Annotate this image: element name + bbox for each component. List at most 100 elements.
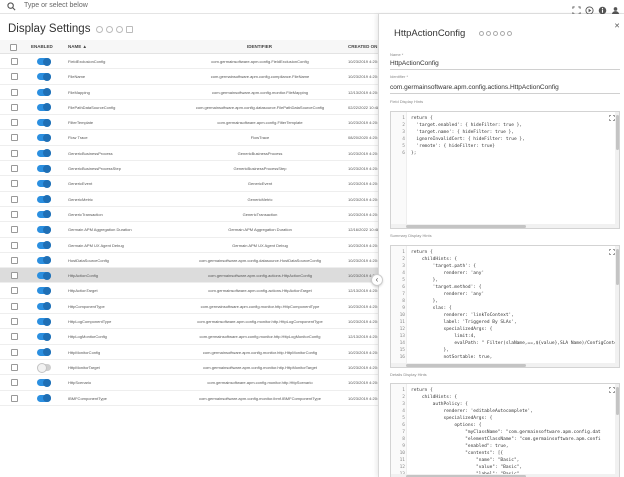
- table-row[interactable]: Flow Trace FlowTrace 08/20/2020 4:20:44: [0, 130, 378, 146]
- copy-icon[interactable]: [486, 31, 491, 36]
- table-row[interactable]: HttpScenario com.germainsoftware.apm.conf…: [0, 375, 378, 391]
- enabled-toggle[interactable]: [37, 195, 51, 204]
- add-icon[interactable]: [96, 25, 104, 33]
- row-checkbox[interactable]: [11, 256, 18, 264]
- disable-icon[interactable]: [116, 25, 124, 33]
- enabled-toggle[interactable]: [37, 72, 51, 81]
- search-input[interactable]: Type or select below: [24, 2, 88, 9]
- horizontal-scrollbar[interactable]: [391, 363, 619, 367]
- vertical-scrollbar[interactable]: [615, 246, 619, 367]
- delete-icon[interactable]: [126, 25, 134, 33]
- row-checkbox[interactable]: [11, 195, 18, 203]
- table-row[interactable]: HostDataSourceConfig com.germainsoftware.…: [0, 253, 378, 269]
- row-checkbox[interactable]: [11, 58, 18, 65]
- row-checkbox[interactable]: [11, 363, 18, 371]
- enabled-toggle[interactable]: [37, 363, 51, 374]
- row-checkbox[interactable]: [11, 73, 18, 81]
- enabled-toggle[interactable]: [37, 348, 51, 357]
- play-icon[interactable]: [585, 2, 594, 15]
- table-row[interactable]: GenericEvent GenericEvent 10/23/2019 4:20:…: [0, 176, 378, 192]
- row-checkbox[interactable]: [11, 103, 18, 111]
- info-icon[interactable]: [598, 2, 607, 15]
- disable-icon[interactable]: [493, 31, 498, 36]
- select-all-checkbox[interactable]: [10, 43, 17, 51]
- enabled-toggle[interactable]: [37, 394, 51, 403]
- table-row[interactable]: GenericBusinessProcess GenericBusinessPro…: [0, 146, 378, 162]
- enabled-toggle[interactable]: [37, 378, 51, 387]
- enabled-toggle[interactable]: [37, 118, 51, 127]
- table-row[interactable]: Germain APM Aggregation Duration Germain …: [0, 222, 378, 238]
- row-checkbox[interactable]: [11, 119, 18, 127]
- scrollbar-thumb[interactable]: [406, 363, 526, 367]
- row-checkbox[interactable]: [11, 287, 18, 295]
- scrollbar-thumb[interactable]: [615, 115, 619, 150]
- enabled-toggle[interactable]: [37, 241, 51, 250]
- table-row[interactable]: HttpMonitorConfig com.germainsoftware.apm…: [0, 345, 378, 360]
- row-checkbox[interactable]: [11, 134, 18, 142]
- enabled-toggle[interactable]: [37, 88, 51, 97]
- vertical-scrollbar[interactable]: [615, 384, 619, 477]
- enabled-toggle[interactable]: [37, 256, 51, 265]
- expand-icon[interactable]: [572, 2, 581, 15]
- enabled-toggle[interactable]: [37, 164, 51, 173]
- column-header-enabled[interactable]: ENABLED: [31, 44, 53, 49]
- enabled-toggle[interactable]: [37, 286, 51, 295]
- table-row[interactable]: Germain APM UX Agent Debug Germain APM UX…: [0, 238, 378, 253]
- row-checkbox[interactable]: [11, 272, 18, 280]
- info-icon[interactable]: [479, 31, 484, 36]
- table-row[interactable]: FileMapping com.germainsoftware.apm.confi…: [0, 85, 378, 100]
- enabled-toggle[interactable]: [37, 302, 51, 311]
- scrollbar-thumb[interactable]: [406, 224, 526, 228]
- row-checkbox[interactable]: [11, 379, 18, 387]
- row-checkbox[interactable]: [11, 241, 18, 249]
- row-checkbox[interactable]: [11, 394, 18, 402]
- enabled-toggle[interactable]: [37, 271, 51, 280]
- enabled-toggle[interactable]: [37, 179, 51, 188]
- copy-icon[interactable]: [106, 25, 114, 33]
- table-row[interactable]: FilterTemplate com.germainsoftware.apm.co…: [0, 115, 378, 131]
- scrollbar-thumb[interactable]: [615, 387, 619, 416]
- column-header-name[interactable]: NAME ▲: [68, 44, 87, 49]
- row-checkbox[interactable]: [11, 88, 18, 96]
- row-checkbox[interactable]: [11, 333, 18, 341]
- delete-icon[interactable]: [500, 31, 505, 36]
- close-icon[interactable]: ✕: [614, 22, 620, 30]
- enabled-toggle[interactable]: [37, 332, 51, 341]
- field-display-hints-editor[interactable]: 1 return {2 'target.enabled': { hideFilte…: [390, 111, 620, 229]
- column-header-created[interactable]: CREATED ON: [348, 44, 377, 49]
- name-field[interactable]: HttpActionConfig: [390, 60, 439, 67]
- table-row[interactable]: HttpLogMonitorConfig com.germainsoftware.…: [0, 329, 378, 345]
- table-row[interactable]: FileName com.germainsoftware.apm.config.c…: [0, 69, 378, 85]
- table-row[interactable]: FilePathDataSourceConfig com.germainsoftw…: [0, 100, 378, 116]
- enabled-toggle[interactable]: [37, 133, 51, 142]
- table-row[interactable]: HttpActionConfig com.germainsoftware.apm.…: [0, 268, 378, 284]
- enabled-toggle[interactable]: [37, 57, 51, 66]
- table-row[interactable]: IBMFComponentType com.germainsoftware.apm…: [0, 391, 378, 406]
- enabled-toggle[interactable]: [37, 210, 51, 219]
- summary-display-hints-editor[interactable]: 1 return {2 childHints: {3 'target.path':…: [390, 245, 620, 368]
- table-row[interactable]: HttpLogComponentType com.germainsoftware.…: [0, 314, 378, 330]
- enabled-toggle[interactable]: [37, 225, 51, 234]
- vertical-scrollbar[interactable]: [615, 112, 619, 228]
- table-row[interactable]: HttpActionTarget com.germainsoftware.apm.…: [0, 283, 378, 299]
- details-display-hints-editor[interactable]: 1 return {2 childHints: {3 authPolicy: {4…: [390, 383, 620, 477]
- collapse-panel-button[interactable]: ‹: [371, 274, 383, 286]
- table-row[interactable]: HttpMonitorTarget com.germainsoftware.apm…: [0, 360, 378, 376]
- table-row[interactable]: GenericTransaction GenericTransaction 10/2…: [0, 207, 378, 223]
- user-icon[interactable]: [611, 2, 620, 15]
- row-checkbox[interactable]: [11, 210, 18, 218]
- enabled-toggle[interactable]: [37, 317, 51, 326]
- table-row[interactable]: GenericMetric GenericMetric 10/23/2019 4:2…: [0, 192, 378, 207]
- row-checkbox[interactable]: [11, 226, 18, 234]
- row-checkbox[interactable]: [11, 149, 18, 157]
- enabled-toggle[interactable]: [37, 103, 51, 112]
- scrollbar-thumb[interactable]: [615, 249, 619, 286]
- row-checkbox[interactable]: [11, 302, 18, 310]
- identifier-field[interactable]: com.germainsoftware.apm.config.actions.H…: [390, 84, 559, 91]
- enabled-toggle[interactable]: [37, 149, 51, 158]
- row-checkbox[interactable]: [11, 180, 18, 188]
- column-header-identifier[interactable]: IDENTIFIER: [247, 44, 272, 49]
- table-row[interactable]: GenericBusinessProcessStep GenericBusines…: [0, 161, 378, 177]
- row-checkbox[interactable]: [11, 348, 18, 356]
- table-row[interactable]: FieldExclusionConfig com.germainsoftware.…: [0, 54, 378, 70]
